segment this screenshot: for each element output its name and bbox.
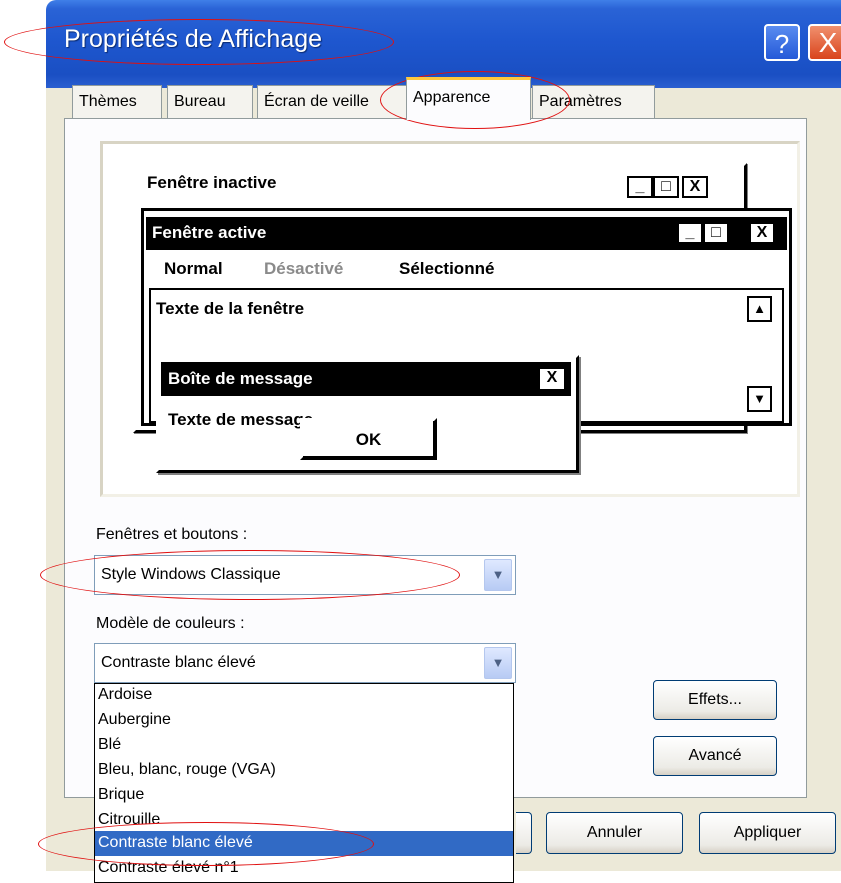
- active-window-title: Fenêtre active: [152, 223, 267, 242]
- active-minimize-icon: _: [677, 222, 703, 244]
- windows-buttons-value: Style Windows Classique: [101, 566, 281, 583]
- list-item-selected[interactable]: Contraste blanc élevé: [98, 834, 253, 852]
- active-maximize-icon: □: [703, 222, 729, 244]
- preview-ok-button: OK: [300, 418, 437, 460]
- inactive-window-title: Fenêtre inactive: [147, 173, 277, 192]
- list-item[interactable]: Brique: [98, 786, 144, 804]
- active-close-icon: X: [749, 222, 775, 244]
- menu-normal: Normal: [164, 259, 223, 278]
- list-item[interactable]: Blé: [98, 736, 121, 754]
- color-scheme-select[interactable]: Contraste blanc élevé: [94, 643, 516, 683]
- window-text: Texte de la fenêtre: [156, 299, 305, 318]
- windows-buttons-select[interactable]: Style Windows Classique: [94, 555, 516, 595]
- effects-button[interactable]: Effets...: [653, 680, 777, 720]
- inactive-maximize-icon: □: [653, 176, 679, 198]
- color-scheme-label: Modèle de couleurs :: [96, 615, 245, 632]
- window-title: Propriétés de Affichage: [64, 25, 323, 53]
- message-box-close-icon: X: [538, 367, 566, 391]
- tab-ecran-de-veille[interactable]: Écran de veille: [257, 85, 407, 118]
- close-button[interactable]: X: [808, 24, 841, 61]
- advanced-button[interactable]: Avancé: [653, 736, 777, 776]
- list-item[interactable]: Citrouille: [98, 811, 160, 829]
- cancel-button[interactable]: Annuler: [546, 812, 683, 854]
- tab-parametres[interactable]: Paramètres: [532, 85, 655, 118]
- menu-selected: Sélectionné: [399, 259, 495, 278]
- tab-bureau[interactable]: Bureau: [167, 85, 253, 118]
- menu-disabled: Désactivé: [264, 259, 344, 278]
- chevron-down-icon[interactable]: ▼: [484, 647, 512, 679]
- windows-buttons-label: Fenêtres et boutons :: [96, 526, 248, 543]
- ok-button[interactable]: [516, 812, 532, 854]
- help-button[interactable]: ?: [764, 24, 800, 61]
- chevron-down-icon[interactable]: ▼: [484, 559, 512, 591]
- list-item[interactable]: Ardoise: [98, 686, 152, 704]
- tab-themes[interactable]: Thèmes: [72, 85, 162, 118]
- list-item[interactable]: Aubergine: [98, 711, 171, 729]
- list-item[interactable]: Contraste élevé n°1: [98, 859, 239, 877]
- scroll-down-icon: ▼: [747, 386, 772, 412]
- list-item[interactable]: Bleu, blanc, rouge (VGA): [98, 761, 276, 779]
- inactive-close-icon: X: [682, 176, 708, 198]
- apply-button[interactable]: Appliquer: [699, 812, 836, 854]
- inactive-minimize-icon: _: [627, 176, 653, 198]
- scroll-up-icon: ▲: [747, 296, 772, 322]
- message-box-title: Boîte de message: [168, 369, 313, 388]
- tab-apparence[interactable]: Apparence: [406, 77, 531, 120]
- color-scheme-value: Contraste blanc élevé: [101, 654, 256, 671]
- message-box-text: Texte de message: [168, 410, 314, 429]
